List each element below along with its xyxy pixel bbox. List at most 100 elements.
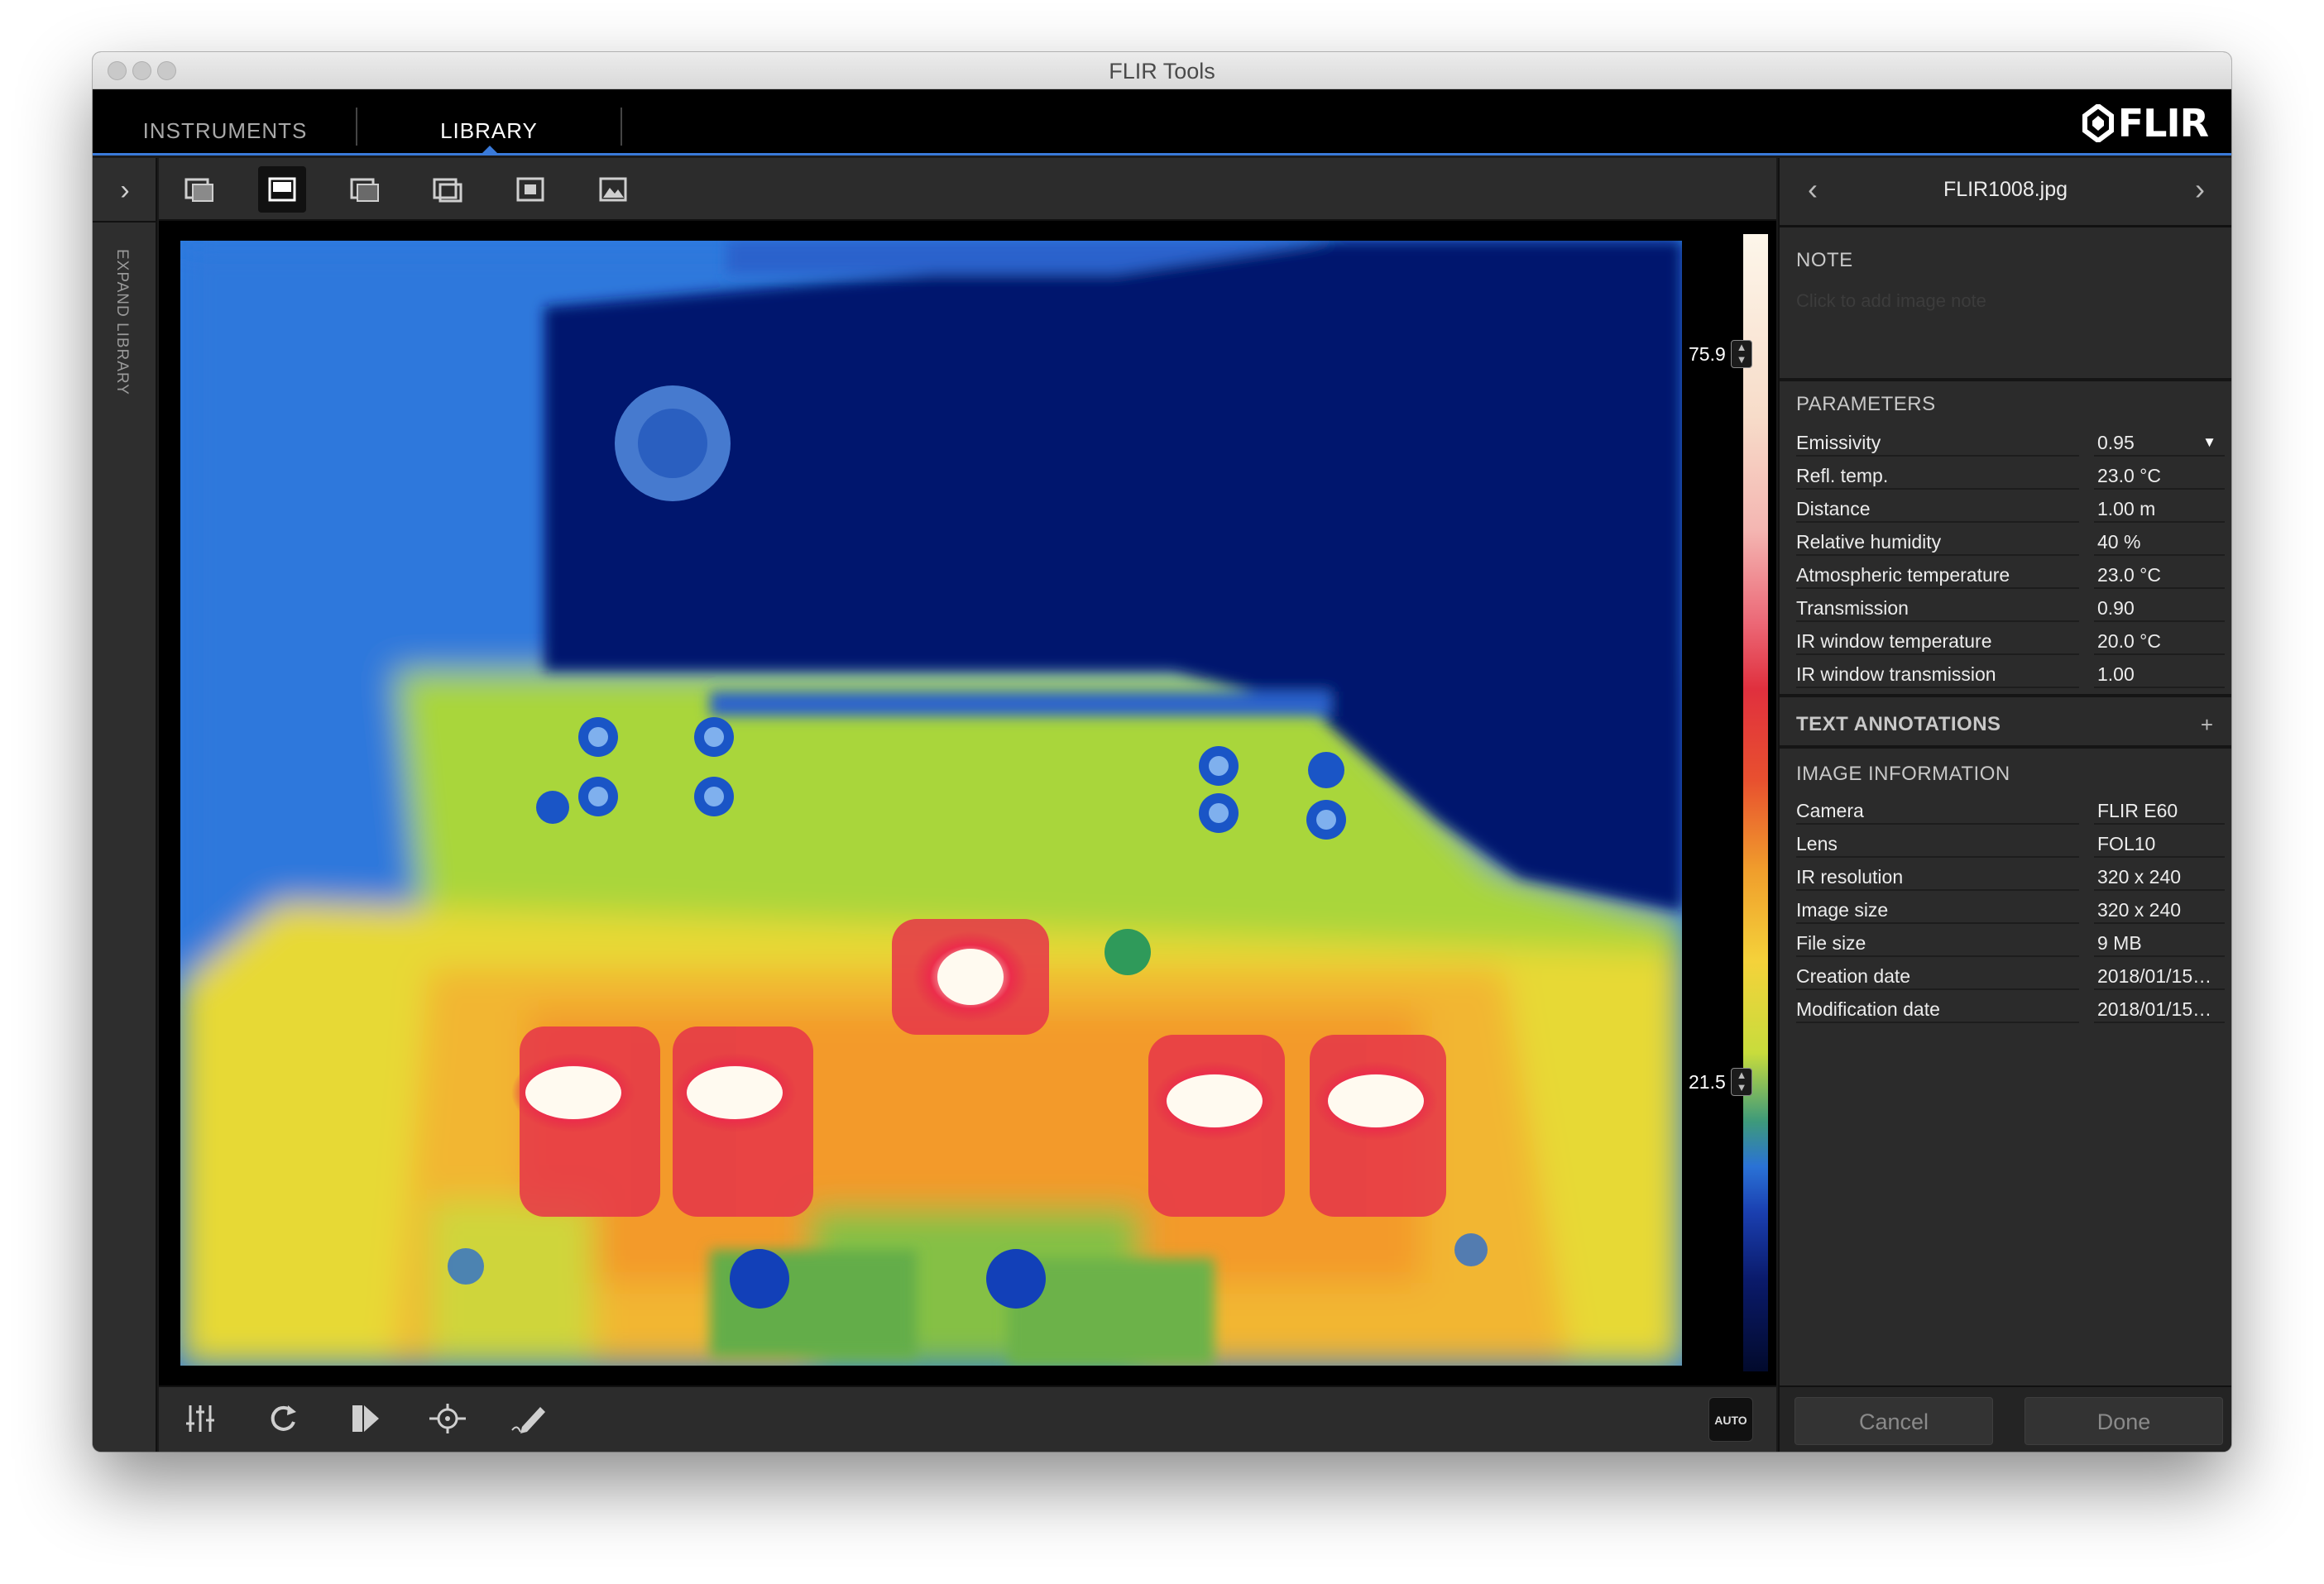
info-row-modification-date: Modification date 2018/01/15… [1796,992,2225,1025]
chevron-left-icon[interactable]: ‹ [1796,173,1829,206]
msx-mode-icon [433,178,462,203]
info-value: FOL10 [2094,830,2225,858]
scale-max-stepper[interactable]: ▲ ▼ [1731,340,1752,368]
parameter-label: Transmission [1796,594,2079,622]
parameter-row-refl-temp: Refl. temp. 23.0 °C [1796,458,2225,491]
flir-logo-mark-icon [2082,104,2114,142]
transmission-field[interactable]: 0.90 [2094,594,2225,622]
rotate-icon [271,1405,296,1431]
info-row-ir-resolution: IR resolution 320 x 240 [1796,859,2225,892]
top-navigation-bar: INSTRUMENTS LIBRARY FLIR [93,89,2231,156]
picture-in-picture-mode-icon [184,178,213,202]
visual-photo-mode-button[interactable] [589,166,637,213]
thermal-image[interactable] [180,241,1682,1366]
info-label: Lens [1796,830,2079,858]
flir-logo-text: FLIR [2117,101,2209,146]
chevron-right-icon[interactable]: › [111,176,139,204]
emissivity-dropdown[interactable]: 0.95 ▼ [2094,428,2225,457]
info-value: 320 x 240 [2094,896,2225,924]
add-text-annotation-button[interactable]: + [2201,712,2213,738]
scale-min-stepper[interactable]: ▲ ▼ [1731,1068,1752,1096]
tab-library[interactable]: LIBRARY [357,89,621,153]
parameter-label: IR window temperature [1796,627,2079,655]
parameter-label: Distance [1796,495,2079,523]
parameter-row-emissivity: Emissivity 0.95 ▼ [1796,425,2225,458]
divider [1780,694,2231,697]
image-filename: FLIR1008.jpg [1943,178,2068,201]
picture-in-picture-mode-button[interactable] [175,166,223,213]
parameter-label: Refl. temp. [1796,462,2079,490]
distance-field[interactable]: 1.00 m [2094,495,2225,523]
parameter-label: Emissivity [1796,428,2079,457]
app-window: FLIR Tools INSTRUMENTS LIBRARY FLIR › EX… [93,52,2231,1452]
parameter-label: Relative humidity [1796,528,2079,556]
info-row-image-size: Image size 320 x 240 [1796,892,2225,926]
expand-library-button[interactable]: EXPAND LIBRARY [113,249,131,395]
tab-separator [621,108,622,146]
info-value: 2018/01/15… [2094,995,2225,1023]
note-section-title: NOTE [1796,249,1853,271]
divider [1780,745,2231,749]
info-value: 2018/01/15… [2094,962,2225,990]
info-label: Image size [1796,896,2079,924]
ir-window-transmission-field[interactable]: 1.00 [2094,660,2225,688]
refl-temp-field[interactable]: 23.0 °C [2094,462,2225,490]
info-label: Creation date [1796,962,2079,990]
active-tab-indicator [482,146,498,154]
image-viewer: 75.9 ▲ ▼ 21.5 ▲ ▼ AUTO [159,158,1776,1452]
text-annotations-section-title[interactable]: TEXT ANNOTATIONS [1796,713,2001,736]
measurement-button[interactable] [428,1402,467,1438]
thermal-only-mode-button[interactable] [258,166,306,213]
annotate-pen-icon [511,1407,545,1433]
done-button[interactable]: Done [2025,1397,2223,1445]
image-note-input[interactable]: Click to add image note [1796,290,1986,312]
atmospheric-temperature-field[interactable]: 23.0 °C [2094,561,2225,589]
auto-scale-button[interactable]: AUTO [1708,1397,1753,1442]
cancel-button[interactable]: Cancel [1795,1397,1993,1445]
image-tools-toolbar: AUTO [159,1385,1776,1452]
parameter-row-distance: Distance 1.00 m [1796,491,2225,524]
temperature-scale-bar[interactable] [1743,234,1768,1371]
blending-mode-button[interactable] [341,166,389,213]
thermal-frame-mode-icon [516,177,544,202]
info-value: FLIR E60 [2094,797,2225,825]
blending-mode-icon [350,178,379,202]
scale-min-value[interactable]: 21.5 [1685,1068,1732,1096]
info-row-creation-date: Creation date 2018/01/15… [1796,959,2225,992]
info-label: Modification date [1796,995,2079,1023]
scale-max-value[interactable]: 75.9 [1685,340,1732,368]
thermal-only-mode-icon [268,177,296,202]
relative-humidity-field[interactable]: 40 % [2094,528,2225,556]
divider [93,221,157,223]
thermal-image-graphic [180,241,1682,1366]
dropdown-caret-icon: ▼ [2202,434,2216,450]
parameter-row-atmospheric-temperature: Atmospheric temperature 23.0 °C [1796,558,2225,591]
flir-logo: FLIR [2082,101,2209,146]
annotate-button[interactable] [510,1402,550,1438]
info-row-lens: Lens FOL10 [1796,826,2225,859]
rotate-button[interactable] [266,1402,306,1438]
visual-photo-mode-icon [599,177,627,202]
parameter-row-transmission: Transmission 0.90 [1796,591,2225,624]
window-title: FLIR Tools [1109,59,1215,84]
chevron-right-icon[interactable]: › [2183,173,2216,206]
parameters-section-title: PARAMETERS [1796,393,1936,415]
library-collapse-strip: › EXPAND LIBRARY [93,158,157,1452]
info-label: File size [1796,929,2079,957]
info-row-camera: Camera FLIR E60 [1796,793,2225,826]
palette-button[interactable] [349,1402,389,1438]
tab-instruments[interactable]: INSTRUMENTS [93,89,357,153]
view-mode-toolbar [159,158,1776,221]
parameter-row-relative-humidity: Relative humidity 40 % [1796,524,2225,558]
parameter-row-ir-window-temperature: IR window temperature 20.0 °C [1796,624,2225,657]
msx-mode-button[interactable] [424,166,472,213]
panel-footer: Cancel Done [1780,1385,2231,1452]
info-label: IR resolution [1796,863,2079,891]
adjustments-icon [186,1405,214,1432]
image-details-panel: ‹ FLIR1008.jpg › NOTE Click to add image… [1778,158,2231,1452]
info-value: 9 MB [2094,929,2225,957]
adjustments-button[interactable] [184,1402,223,1438]
thermal-frame-mode-button[interactable] [506,166,554,213]
ir-window-temperature-field[interactable]: 20.0 °C [2094,627,2225,655]
info-value: 320 x 240 [2094,863,2225,891]
